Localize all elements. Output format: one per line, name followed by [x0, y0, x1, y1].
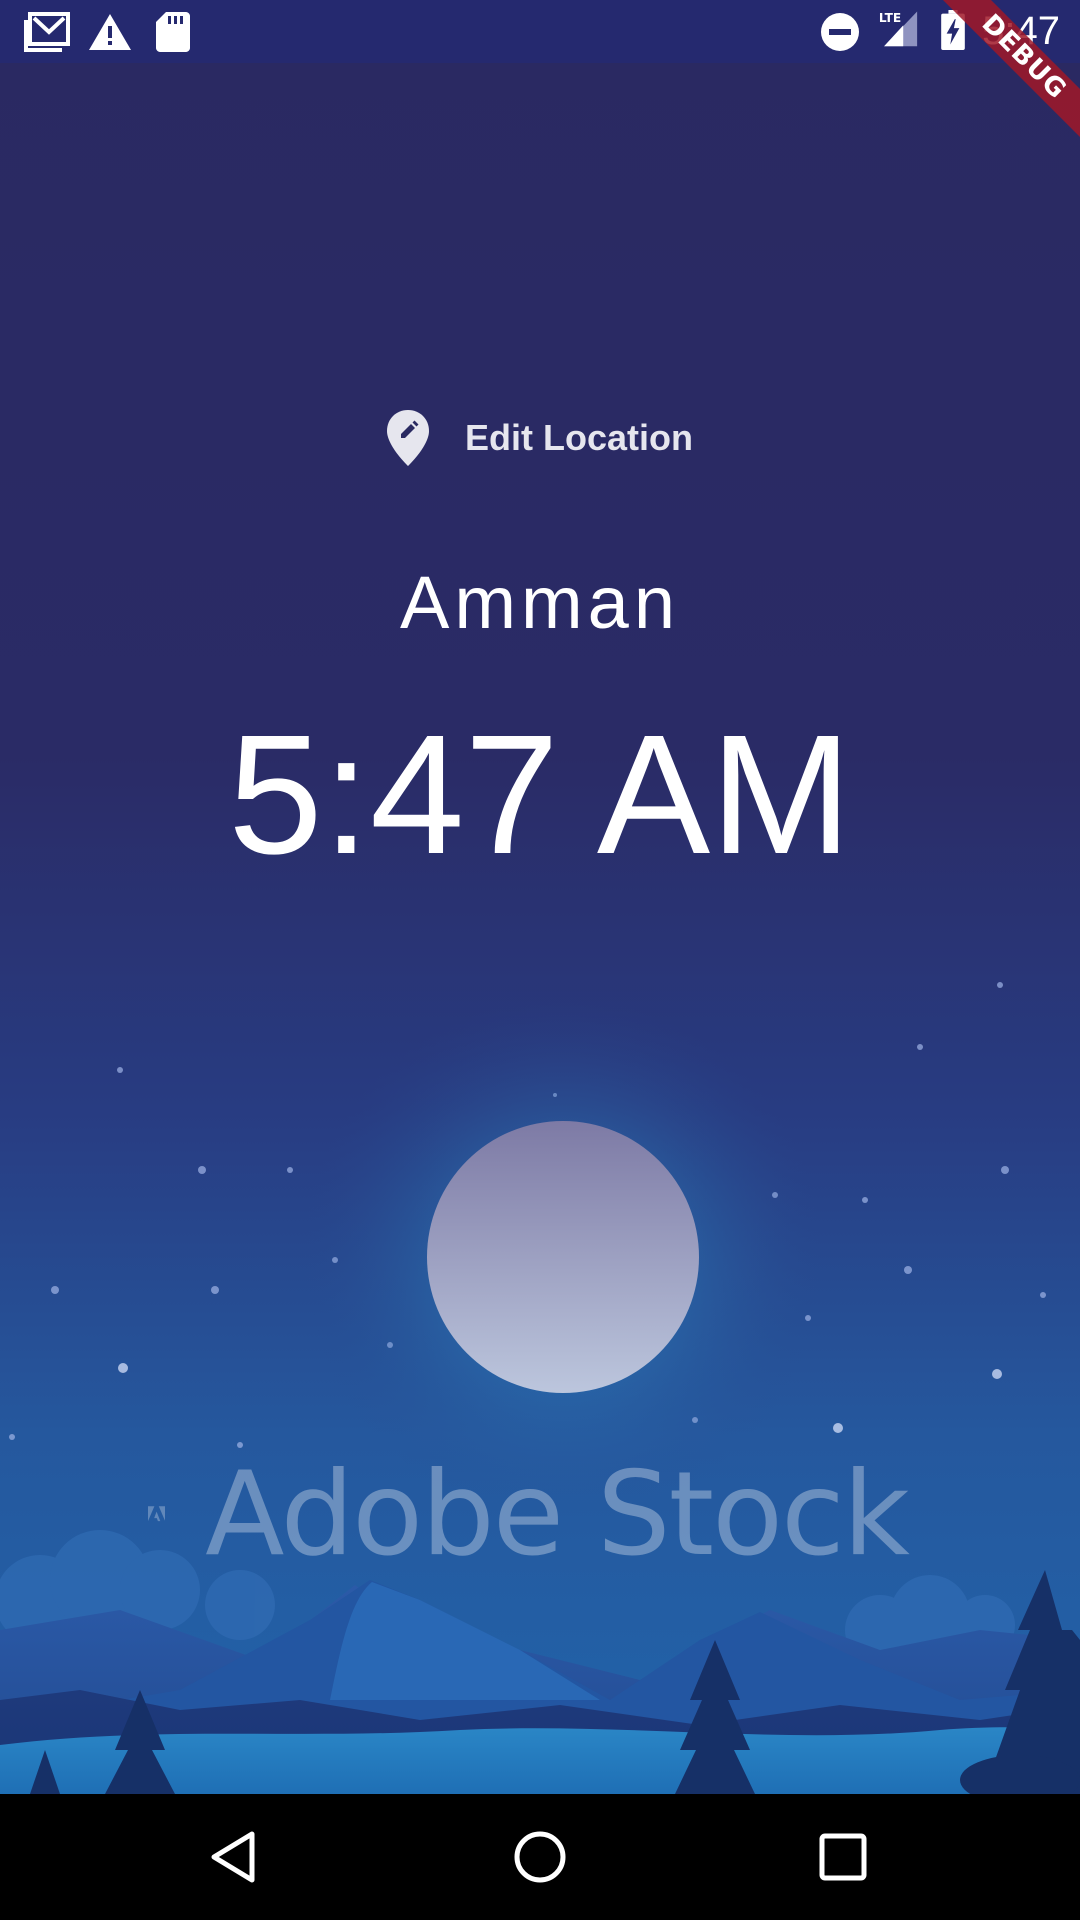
watermark-text: Adobe Stock	[205, 1446, 910, 1582]
navigation-bar	[0, 1794, 1080, 1920]
edit-location-icon	[387, 410, 429, 466]
gmail-icon	[24, 12, 70, 52]
status-bar-time: 5:47	[982, 9, 1060, 53]
home-icon[interactable]	[505, 1822, 575, 1892]
edit-location-button[interactable]: Edit Location	[0, 410, 1080, 466]
adobe-stock-watermark: Adobe Stock	[148, 1444, 910, 1584]
edit-location-label: Edit Location	[465, 417, 693, 458]
current-time: 5:47 AM	[228, 700, 852, 890]
warning-icon	[89, 14, 131, 50]
sd-card-icon	[156, 12, 190, 52]
do-not-disturb-icon	[821, 13, 859, 51]
adobe-logo-icon	[148, 1506, 166, 1522]
lte-signal-icon: LTE	[879, 11, 918, 47]
network-label: LTE	[879, 11, 901, 25]
city-name: Amman	[400, 561, 680, 644]
recents-icon[interactable]	[808, 1822, 878, 1892]
back-icon[interactable]	[200, 1822, 270, 1892]
app-screen: Adobe Stock Edit Location Amman 5:47 AM	[0, 0, 1080, 1920]
status-bar: LTE 5:47	[0, 0, 1080, 63]
battery-charging-icon	[941, 10, 965, 50]
